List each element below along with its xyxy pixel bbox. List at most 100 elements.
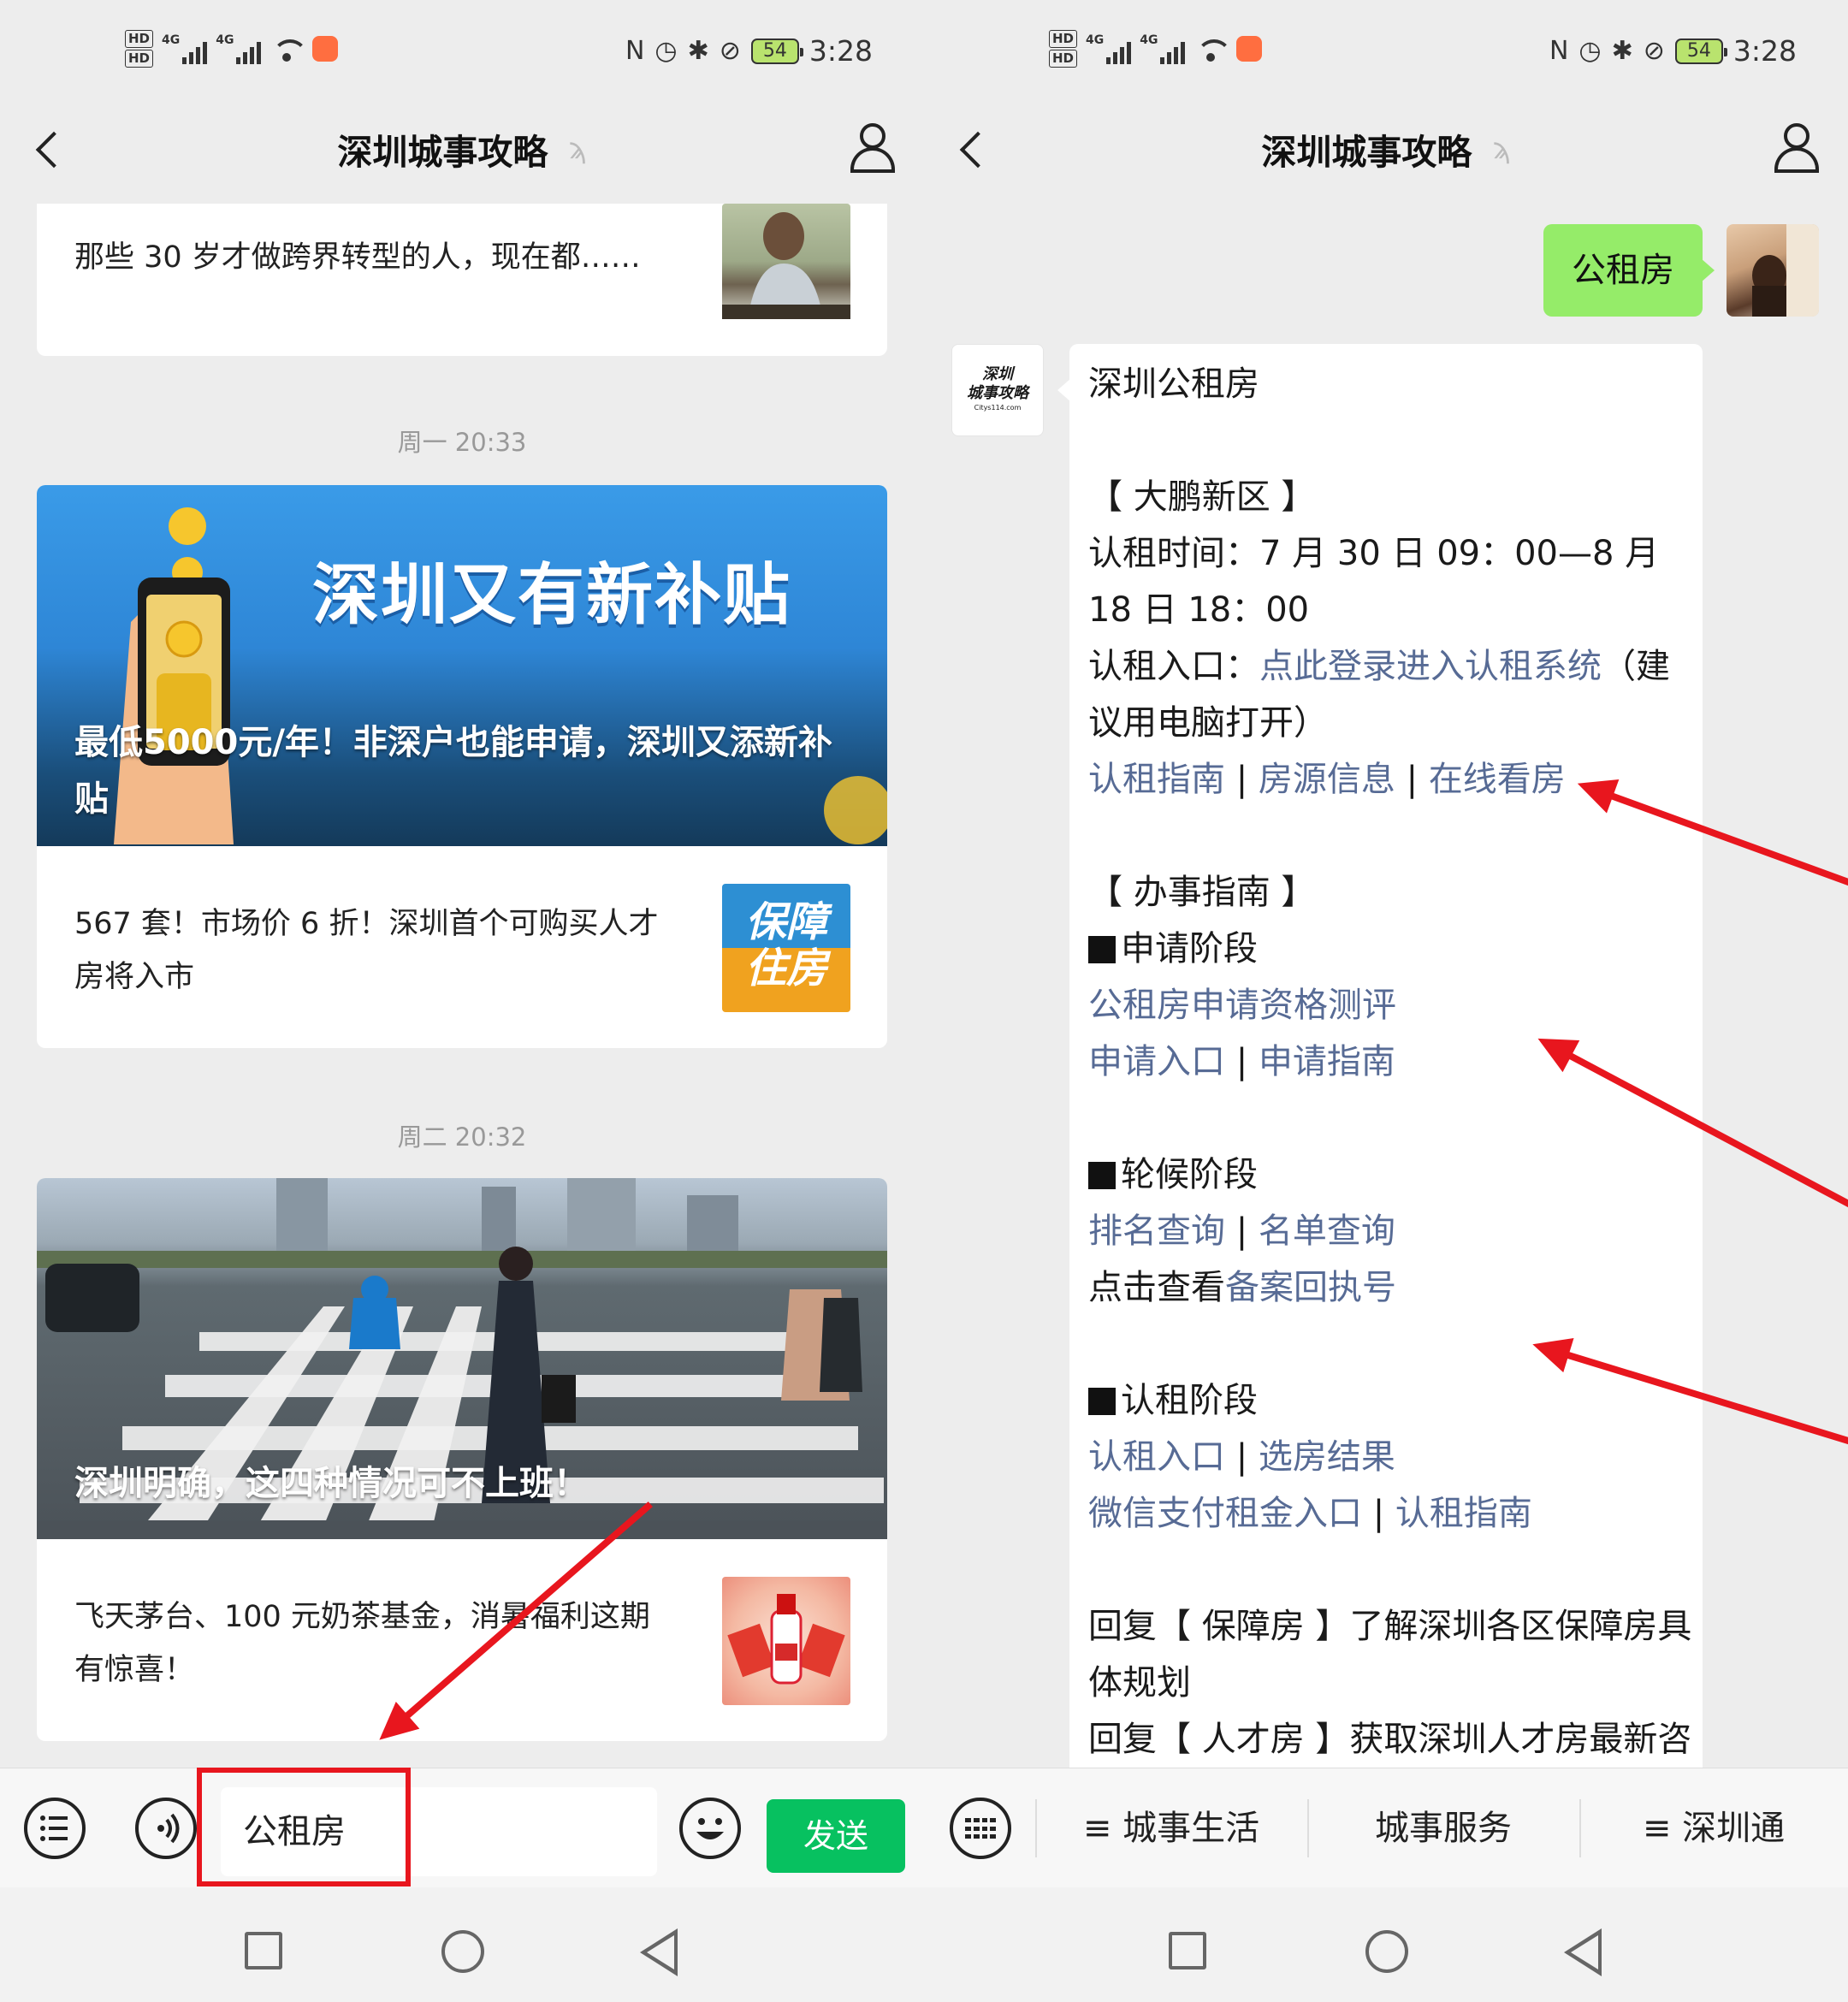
back-icon[interactable] (26, 125, 77, 176)
chat-title: 深圳城事攻略 (337, 132, 548, 173)
wechat-pay-rent-link[interactable]: 微信支付租金入口 (1088, 1494, 1362, 1533)
recent-apps-icon[interactable] (1169, 1932, 1206, 1969)
status-left-icons: HD HD 4G 4G (125, 29, 339, 68)
profile-icon[interactable] (847, 120, 898, 173)
chat-timestamp: 周一 20:33 (397, 428, 527, 457)
rank-query-link[interactable]: 排名查询 (1088, 1211, 1225, 1251)
rent-guide-link-2[interactable]: 认租指南 (1395, 1494, 1532, 1533)
status-right-icons: Ν ◷ ✱ ⊘ 54 3:28 (625, 34, 873, 68)
mute-icon: ⊘ (719, 36, 741, 66)
rent-entry-label: 认租入口： (1088, 647, 1259, 686)
article-title: 那些 30 岁才做跨界转型的人，现在都…… (74, 240, 641, 275)
apply-entry-link[interactable]: 申请入口 (1088, 1042, 1225, 1081)
square-bullet-icon (1088, 936, 1116, 963)
receipt-label: 点击查看 (1088, 1268, 1225, 1307)
article-group-card[interactable]: 深圳明确，这四种情况可不上班！ 飞天茅台、100 元奶茶基金，消暑福利这期 有惊… (37, 1178, 887, 1741)
section-guide: 【 办事指南 】 (1088, 873, 1316, 912)
eligibility-line: 公租房申请资格测评 (1088, 977, 1684, 1034)
profile-icon[interactable] (1771, 120, 1822, 173)
link-row-2: 申请入口 | 申请指南 (1088, 1042, 1395, 1081)
article-group-card[interactable]: 深圳又有新补贴 最低5000元/年！非深户也能申请，深圳又添新补 贴 567 套… (37, 485, 887, 1048)
my-avatar[interactable] (1727, 224, 1819, 317)
apply-stage-label: 申请阶段 (1121, 929, 1258, 968)
rent-stage-label: 认租阶段 (1121, 1381, 1258, 1420)
rent-entry-line: 认租入口：点此登录进入认租系统（建 (1088, 638, 1684, 695)
square-bullet-icon (1088, 1388, 1116, 1415)
selection-result-link[interactable]: 选房结果 (1259, 1437, 1395, 1477)
send-button[interactable]: 发送 (767, 1799, 905, 1873)
article-title[interactable]: 567 套！市场价 6 折！深圳首个可购买人才 (74, 897, 742, 951)
notification-app-icon (1236, 36, 1263, 62)
link-row-4: 认租入口 | 选房结果 (1088, 1437, 1395, 1477)
battery-icon: 54 (1674, 38, 1727, 64)
alarm-icon: ◷ (654, 36, 678, 66)
clock: 3:28 (1732, 34, 1797, 68)
article-card[interactable]: 那些 30 岁才做跨界转型的人，现在都…… (37, 204, 887, 356)
online-viewing-link[interactable]: 在线看房 (1429, 760, 1566, 799)
ear-icon[interactable]: ϡ (1492, 132, 1510, 166)
menu-city-service[interactable]: 城事服务 (1307, 1768, 1579, 1888)
recent-apps-icon[interactable] (245, 1932, 282, 1969)
status-left-icons: HD HD 4G 4G (1049, 29, 1263, 68)
eligibility-test-link[interactable]: 公租房申请资格测评 (1088, 986, 1396, 1025)
back-nav-icon[interactable] (640, 1928, 678, 1976)
bluetooth-icon: ✱ (1611, 36, 1633, 66)
back-icon[interactable] (950, 125, 1001, 176)
apply-guide-link[interactable]: 申请指南 (1259, 1042, 1395, 1081)
signal-icon: 4G (162, 33, 208, 64)
menu-shenzhen-tong[interactable]: ≡ 深圳通 (1579, 1768, 1848, 1888)
article-thumbnail (722, 1577, 850, 1705)
article-title-line2: 房将入市 (74, 960, 195, 994)
menu-list-icon[interactable] (24, 1798, 86, 1859)
rent-entry-link[interactable]: 认租入口 (1088, 1437, 1225, 1477)
status-bar: HD HD 4G 4G Ν ◷ ✱ ⊘ 54 3:28 (924, 0, 1848, 94)
avatar-text-2: 城事攻略 (967, 384, 1028, 402)
wifi-icon (1194, 36, 1233, 62)
signal-icon-2: 4G (1140, 33, 1186, 64)
menu-city-life[interactable]: ≡ 城事生活 (1035, 1768, 1307, 1888)
housing-info-link[interactable]: 房源信息 (1259, 760, 1395, 799)
article-title[interactable]: 飞天茅台、100 元奶茶基金，消暑福利这期 (74, 1590, 742, 1644)
custom-menu-bar: ≡ 城事生活 城事服务 ≡ 深圳通 (924, 1768, 1848, 1887)
waiting-stage-line: 轮候阶段 (1088, 1146, 1684, 1203)
article-title-line2: 有惊喜！ (74, 1653, 195, 1687)
reply-hint-2: 回复【 人才房 】获取深圳人才房最新咨 (1088, 1720, 1692, 1759)
hero-article[interactable]: 深圳明确，这四种情况可不上班！ (37, 1178, 887, 1539)
reply-heading: 深圳公租房 (1088, 364, 1259, 404)
home-icon[interactable] (1365, 1930, 1408, 1973)
signal-icon-2: 4G (216, 33, 262, 64)
annotation-highlight-box (197, 1768, 411, 1886)
hero-article[interactable]: 深圳又有新补贴 最低5000元/年！非深户也能申请，深圳又添新补 贴 (37, 485, 887, 846)
bluetooth-icon: ✱ (687, 36, 709, 66)
receipt-line: 点击查看备案回执号 (1088, 1259, 1684, 1316)
waiting-stage-label: 轮候阶段 (1121, 1155, 1258, 1194)
notification-app-icon (312, 36, 339, 62)
keyboard-icon[interactable] (950, 1798, 1011, 1859)
emoji-icon[interactable] (679, 1798, 741, 1859)
voice-icon[interactable] (135, 1798, 197, 1859)
rent-time-line1: 认租时间：7 月 30 日 09：00—8 月 (1088, 534, 1660, 573)
hero-caption-line2: 贴 (74, 779, 109, 819)
official-account-avatar[interactable]: 深圳 城事攻略 Citys114.com (951, 344, 1044, 436)
hero-caption: 深圳明确，这四种情况可不上班！ (74, 1464, 588, 1503)
avatar-text-3: Citys114.com (974, 404, 1022, 412)
right-chat-screen: HD HD 4G 4G Ν ◷ ✱ ⊘ 54 3:28 深圳城事攻略 ϡ 公租房 深… (924, 0, 1848, 2002)
input-bar: 公租房 发送 (0, 1768, 924, 1887)
article-thumbnail (722, 204, 850, 319)
ear-icon[interactable]: ϡ (568, 132, 586, 166)
filing-receipt-link[interactable]: 备案回执号 (1225, 1268, 1396, 1307)
my-message-bubble[interactable]: 公租房 (1543, 224, 1715, 317)
nfc-icon: Ν (1549, 36, 1569, 66)
hero-caption: 最低5000元/年！非深户也能申请，深圳又添新补 (74, 723, 832, 762)
article-thumbnail: 保障 住房 (722, 884, 850, 1012)
square-bullet-icon (1088, 1162, 1116, 1189)
home-icon[interactable] (441, 1930, 484, 1973)
rent-guide-link[interactable]: 认租指南 (1088, 760, 1225, 799)
thumb-text-1: 保障 (744, 898, 827, 946)
chat-title: 深圳城事攻略 (1261, 132, 1472, 173)
list-query-link[interactable]: 名单查询 (1259, 1211, 1395, 1251)
login-rent-system-link[interactable]: 点此登录进入认租系统 (1259, 647, 1602, 686)
battery-icon: 54 (750, 38, 803, 64)
hero-banner-title: 深圳又有新补贴 (312, 557, 792, 634)
back-nav-icon[interactable] (1564, 1928, 1602, 1976)
